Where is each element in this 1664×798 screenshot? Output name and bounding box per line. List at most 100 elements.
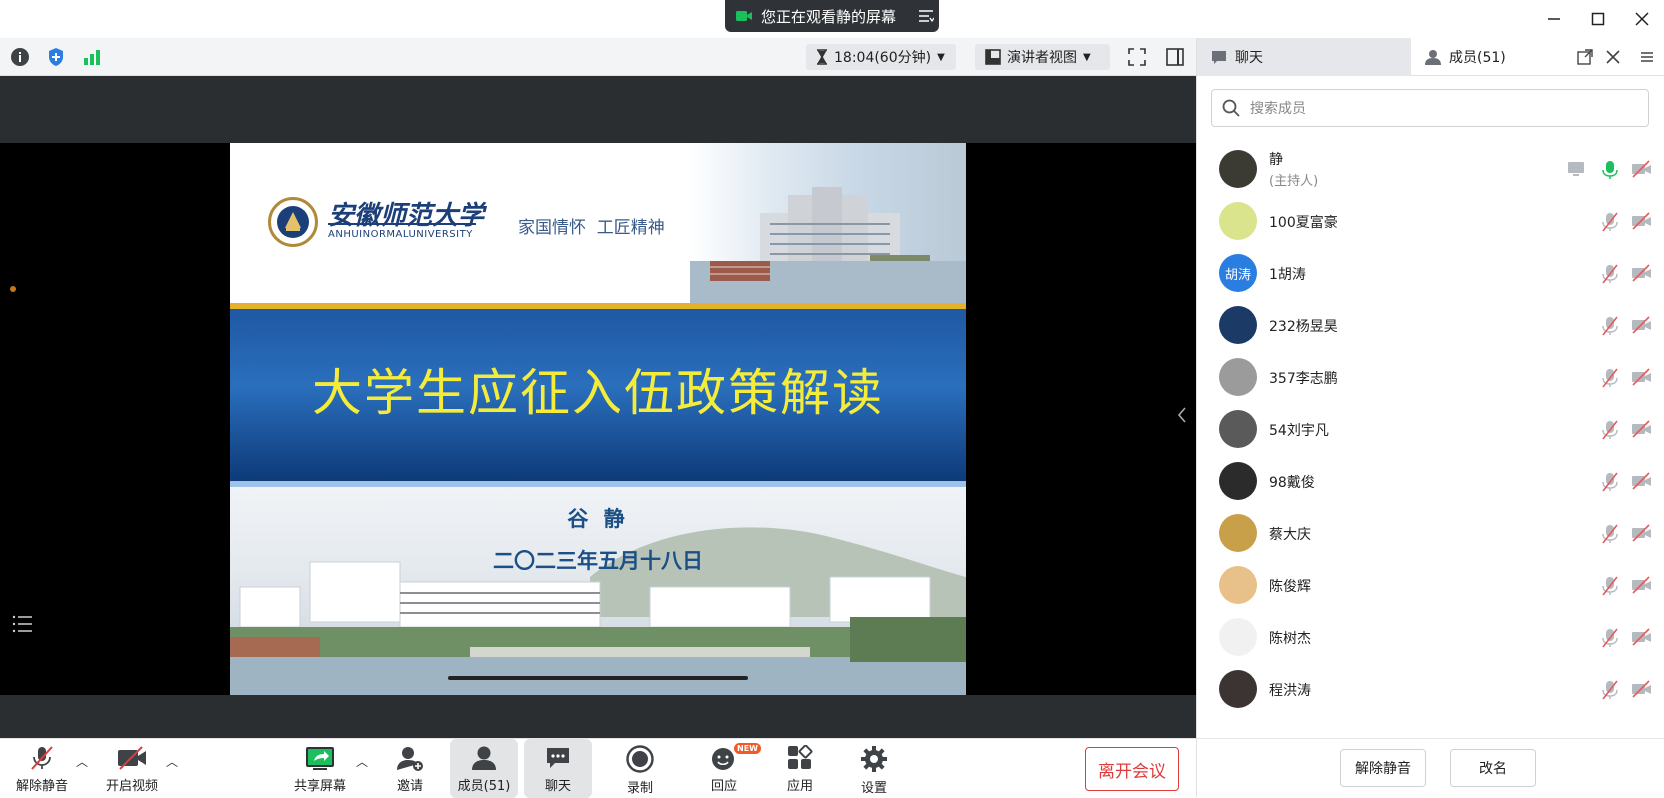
toggle-panel-icon[interactable] [1162, 44, 1188, 70]
record-button[interactable]: 录制 [606, 739, 674, 798]
member-name: 程洪涛 [1269, 683, 1311, 699]
mic-muted-icon[interactable] [1602, 576, 1622, 596]
avatar [1219, 358, 1257, 396]
start-video-button[interactable]: 开启视频 [98, 739, 166, 798]
university-name-en: ANHUINORMALUNIVERSITY [328, 229, 473, 240]
video-off-icon[interactable] [1631, 160, 1651, 180]
member-row[interactable]: 54刘宇凡 [1197, 402, 1664, 457]
mic-muted-icon[interactable] [1602, 628, 1622, 648]
member-name: 陈树杰 [1269, 631, 1311, 647]
status-dot [10, 286, 16, 292]
chat-button[interactable]: 聊天 [524, 739, 592, 798]
mic-muted-icon[interactable] [1602, 420, 1622, 440]
member-row[interactable]: 胡涛 1胡涛 [1197, 246, 1664, 301]
mic-muted-icon[interactable] [1602, 212, 1622, 232]
member-row[interactable]: 357李志鹏 [1197, 350, 1664, 405]
university-seal-logo [268, 197, 318, 247]
member-row[interactable]: 232杨昱昊 [1197, 298, 1664, 353]
panel-footer: 解除静音 改名 [1197, 738, 1664, 797]
mic-muted-icon[interactable] [1602, 264, 1622, 284]
video-off-icon[interactable] [1631, 368, 1651, 388]
share-screen-button[interactable]: 共享屏幕 [286, 739, 354, 798]
apps-label: 应用 [786, 779, 813, 794]
avatar [1219, 514, 1257, 552]
member-name: 357李志鹏 [1269, 371, 1338, 387]
sharing-screen-icon [1567, 160, 1587, 180]
panel-tabs: 聊天 成员(51) [1197, 38, 1664, 76]
rename-button[interactable]: 改名 [1450, 749, 1536, 787]
video-off-icon[interactable] [1631, 212, 1651, 232]
invite-label: 邀请 [396, 779, 423, 794]
record-label: 录制 [626, 781, 653, 796]
start-video-label: 开启视频 [105, 779, 158, 794]
close-panel-icon[interactable] [1605, 49, 1621, 65]
campus-building-image [690, 143, 966, 303]
slide-motto: 家国情怀 工匠精神 [518, 218, 665, 238]
close-window-button[interactable] [1620, 0, 1664, 38]
chat-label: 聊天 [544, 779, 571, 794]
video-off-icon[interactable] [1631, 264, 1651, 284]
member-row[interactable]: 100夏富豪 [1197, 194, 1664, 249]
title-bar: 您正在观看静的屏幕 [0, 0, 1664, 38]
unmute-all-button[interactable]: 解除静音 [1340, 749, 1426, 787]
video-off-icon[interactable] [1631, 628, 1651, 648]
avatar [1219, 410, 1257, 448]
maximize-button[interactable] [1576, 0, 1620, 38]
meeting-timer[interactable]: 18:04(60分钟) ▼ [806, 44, 956, 70]
control-bar: 解除静音 ︿ 开启视频 ︿ 共享屏幕 ︿ 邀请 成员(51) 聊天 录制 回应 … [0, 738, 1196, 798]
chevron-up-icon[interactable]: ︿ [166, 753, 178, 770]
chat-bubble-icon [1211, 49, 1227, 65]
panel-menu-icon[interactable] [1640, 49, 1654, 65]
member-row[interactable]: 陈树杰 [1197, 610, 1664, 665]
info-icon[interactable] [7, 44, 33, 70]
mic-muted-icon [29, 745, 55, 771]
mic-on-icon[interactable] [1602, 160, 1622, 180]
screen-share-banner[interactable]: 您正在观看静的屏幕 [725, 0, 939, 32]
fullscreen-icon[interactable] [1124, 44, 1150, 70]
shared-screen-area: 安徽师范大学 ANHUINORMALUNIVERSITY 家国情怀 工匠精神 大… [0, 76, 1196, 738]
mic-muted-icon[interactable] [1602, 680, 1622, 700]
member-row[interactable]: 98戴俊 [1197, 454, 1664, 509]
video-off-icon[interactable] [1631, 420, 1651, 440]
member-row[interactable]: 蔡大庆 [1197, 506, 1664, 561]
tab-chat[interactable]: 聊天 [1197, 38, 1411, 76]
unmute-button[interactable]: 解除静音 [8, 739, 76, 798]
unmute-label: 解除静音 [15, 779, 68, 794]
record-icon [626, 745, 654, 773]
members-button[interactable]: 成员(51) [450, 739, 518, 798]
video-off-icon[interactable] [1631, 680, 1651, 700]
mic-muted-icon[interactable] [1602, 524, 1622, 544]
list-menu-icon[interactable] [12, 614, 34, 634]
members-icon [471, 745, 497, 771]
signal-strength-icon[interactable] [79, 44, 105, 70]
apps-button[interactable]: 应用 [766, 739, 834, 798]
leave-meeting-button[interactable]: 离开会议 [1085, 747, 1179, 791]
banner-menu-icon[interactable] [918, 9, 935, 23]
pop-out-icon[interactable] [1577, 49, 1593, 65]
video-off-icon[interactable] [1631, 316, 1651, 336]
video-off-icon[interactable] [1631, 524, 1651, 544]
settings-button[interactable]: 设置 [840, 739, 908, 798]
presentation-slide: 安徽师范大学 ANHUINORMALUNIVERSITY 家国情怀 工匠精神 大… [230, 143, 966, 695]
collapse-left-icon[interactable] [1176, 406, 1188, 424]
search-members-input[interactable]: 搜索成员 [1211, 89, 1649, 127]
chevron-up-icon[interactable]: ︿ [356, 753, 368, 770]
video-off-icon[interactable] [1631, 576, 1651, 596]
minimize-button[interactable] [1532, 0, 1576, 38]
avatar [1219, 670, 1257, 708]
mic-muted-icon[interactable] [1602, 472, 1622, 492]
mic-muted-icon[interactable] [1602, 368, 1622, 388]
banner-text: 您正在观看静的屏幕 [761, 7, 897, 26]
tab-members[interactable]: 成员(51) [1411, 38, 1664, 76]
view-mode-select[interactable]: 演讲者视图 ▼ [975, 44, 1110, 70]
chevron-down-icon: ▼ [937, 51, 945, 63]
security-shield-icon[interactable] [43, 44, 69, 70]
video-off-icon[interactable] [1631, 472, 1651, 492]
member-row[interactable]: 静 (主持人) [1197, 142, 1664, 197]
member-row[interactable]: 陈俊辉 [1197, 558, 1664, 613]
invite-button[interactable]: 邀请 [376, 739, 444, 798]
search-placeholder: 搜索成员 [1250, 101, 1306, 117]
member-row[interactable]: 程洪涛 [1197, 662, 1664, 717]
chevron-up-icon[interactable]: ︿ [76, 753, 88, 770]
mic-muted-icon[interactable] [1602, 316, 1622, 336]
